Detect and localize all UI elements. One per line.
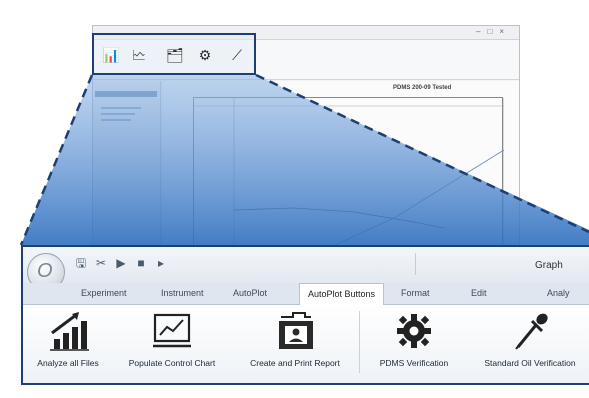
series-line <box>233 207 445 229</box>
button-label: Populate Control Chart <box>128 358 216 368</box>
window-title: Graph <box>535 260 563 271</box>
tab-edit[interactable]: Edit <box>471 288 487 298</box>
ribbon-panel: O 🖫 ✂ ▶ ■ ▸ Graph Experiment Instrument … <box>21 245 589 385</box>
dropper-icon[interactable]: ⟋ <box>226 43 248 67</box>
save-icon[interactable]: 🖫 <box>73 255 89 271</box>
dropper-icon <box>515 313 548 350</box>
line-chart-icon <box>153 313 191 348</box>
populate-control-chart-button[interactable]: Populate Control Chart <box>113 309 231 379</box>
gear-icon[interactable]: ⚙ <box>194 43 216 67</box>
customize-qat-icon[interactable]: ▸ <box>153 255 169 271</box>
bar-chart-icon <box>50 312 89 351</box>
window-controls[interactable]: –□× <box>476 27 511 36</box>
tab-format[interactable]: Format <box>401 288 430 298</box>
tab-analysis[interactable]: Analy <box>547 288 570 298</box>
tab-autoplot[interactable]: AutoPlot <box>233 288 267 298</box>
button-label: Standard Oil Verification <box>484 358 576 368</box>
sidebar-entry[interactable] <box>101 113 135 115</box>
quick-access-toolbar: O 🖫 ✂ ▶ ■ ▸ Graph <box>23 247 589 291</box>
button-label: Analyze all Files <box>37 358 99 368</box>
button-label: Create and Print Report <box>250 358 340 368</box>
ribbon-tabs: Experiment Instrument AutoPlot AutoPlot … <box>23 283 589 306</box>
divider <box>415 253 416 275</box>
standard-oil-verification-button[interactable]: Standard Oil Verification <box>469 309 589 379</box>
ribbon-group: Analyze all Files Populate Control Chart… <box>23 305 589 383</box>
line-chart-icon[interactable]: 🗠 <box>128 43 150 67</box>
play-icon[interactable]: ▶ <box>113 255 129 271</box>
create-and-print-report-button[interactable]: Create and Print Report <box>233 309 357 379</box>
plot-title: PDMS 200-09 Tested <box>393 85 452 91</box>
tab-autoplot-buttons[interactable]: AutoPlot Buttons <box>299 283 385 306</box>
group-separator <box>359 311 360 373</box>
tab-experiment[interactable]: Experiment <box>81 288 127 298</box>
sidebar-header-bar <box>95 91 157 97</box>
analyze-all-files-button[interactable]: Analyze all Files <box>23 309 113 379</box>
folder-report-icon <box>279 312 313 349</box>
gear-icon <box>397 314 431 348</box>
scissors-icon[interactable]: ✂ <box>93 255 109 271</box>
toolbar-highlight: 📊 🗠 🗂 ⚙ ⟋ <box>92 33 256 75</box>
button-label: PDMS Verification <box>379 358 449 368</box>
pdms-verification-button[interactable]: PDMS Verification <box>361 309 467 379</box>
stop-icon[interactable]: ■ <box>133 255 149 271</box>
tab-instrument[interactable]: Instrument <box>161 288 204 298</box>
sidebar-entry[interactable] <box>101 119 131 121</box>
sidebar-entry[interactable] <box>101 107 141 109</box>
folder-report-icon[interactable]: 🗂 <box>164 43 186 67</box>
bar-chart-icon[interactable]: 📊 <box>100 43 122 67</box>
